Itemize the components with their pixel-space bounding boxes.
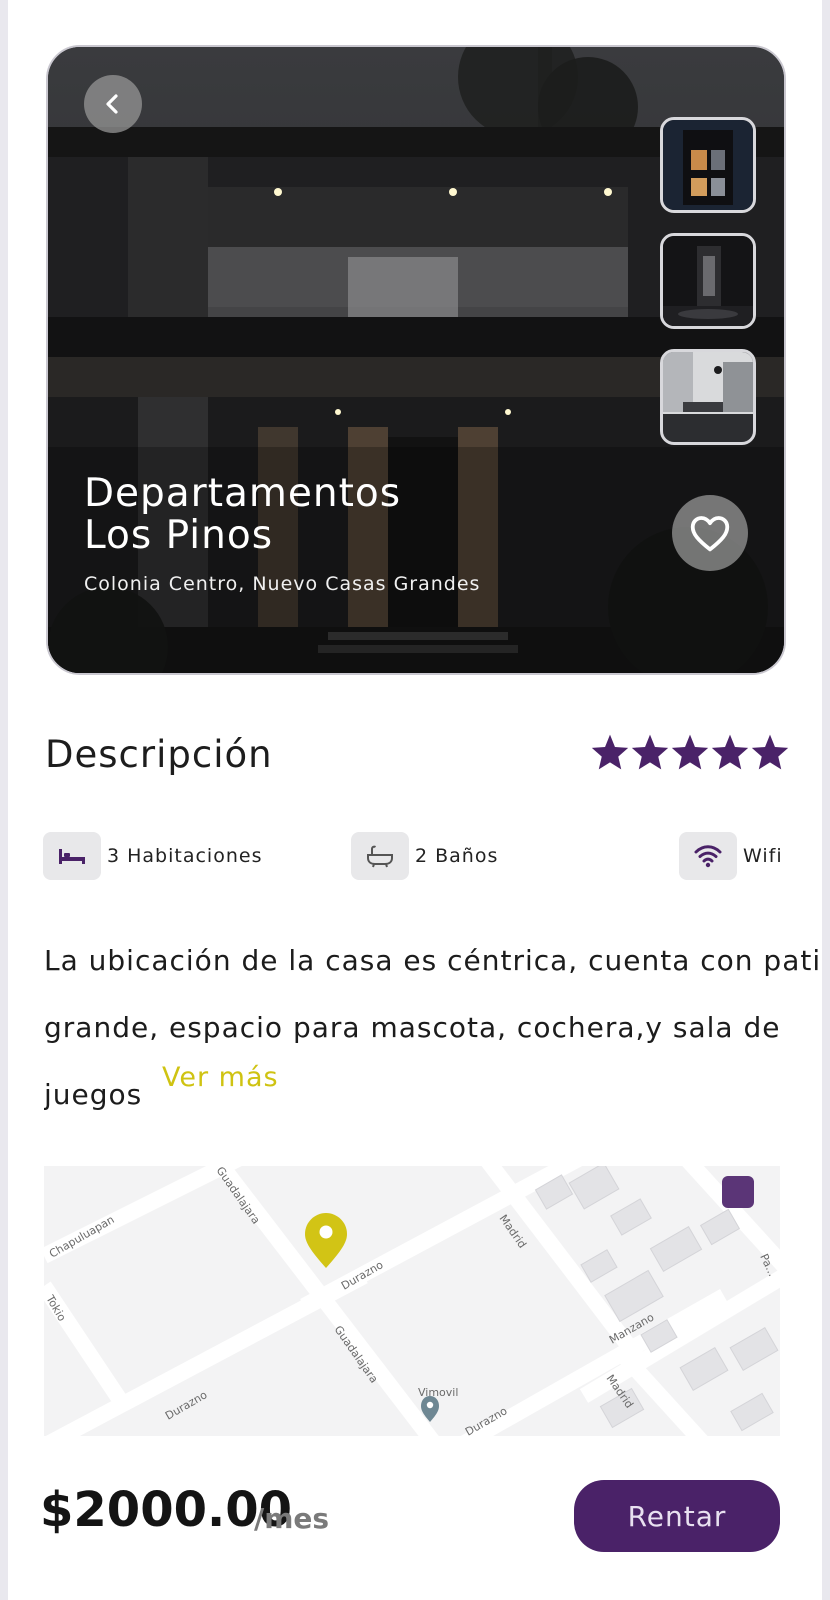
thumbnail-exterior[interactable] bbox=[660, 117, 756, 213]
description-line: La ubicación de la casa es céntrica, cue… bbox=[44, 944, 822, 977]
see-more-link[interactable]: Ver más bbox=[162, 1062, 279, 1093]
thumbnail-living-room[interactable] bbox=[660, 349, 756, 445]
property-location: Colonia Centro, Nuevo Casas Grandes bbox=[84, 573, 481, 595]
description-body: La ubicación de la casa es céntrica, cue… bbox=[44, 944, 822, 1114]
heart-icon bbox=[690, 516, 730, 552]
map-marker-square bbox=[722, 1176, 754, 1208]
rent-button[interactable]: Rentar bbox=[574, 1480, 780, 1552]
description-line: juegos bbox=[44, 1078, 143, 1111]
bed-icon-box bbox=[43, 832, 101, 880]
thumbnail-interior[interactable] bbox=[660, 233, 756, 329]
amenity-label: 2 Baños bbox=[415, 845, 499, 867]
amenity-label: Wifi bbox=[743, 845, 783, 867]
amenity-wifi: Wifi bbox=[679, 832, 783, 880]
hero-image-card: Departamentos Los Pinos Colonia Centro, … bbox=[46, 45, 786, 675]
star-icon bbox=[711, 734, 749, 770]
back-button[interactable] bbox=[84, 75, 142, 133]
wifi-icon-box bbox=[679, 832, 737, 880]
description-line: grande, espacio para mascota, cochera,y … bbox=[44, 1011, 781, 1044]
chevron-left-icon bbox=[106, 94, 118, 114]
thumbnail-image bbox=[663, 352, 753, 442]
map-canvas: Chapuluapan Guadalajara Durazno Madrid T… bbox=[44, 1166, 780, 1436]
bathtub-icon bbox=[367, 845, 393, 868]
amenity-bathrooms: 2 Baños bbox=[351, 832, 498, 880]
star-icon bbox=[751, 734, 789, 770]
property-title: Departamentos Los Pinos bbox=[84, 471, 402, 558]
rating-stars bbox=[590, 733, 790, 771]
star-icon bbox=[591, 734, 629, 770]
place-label: Vimovil bbox=[418, 1386, 458, 1399]
amenity-bedrooms: 3 Habitaciones bbox=[43, 832, 262, 880]
description-heading: Descripción bbox=[45, 733, 273, 776]
bed-icon bbox=[59, 849, 85, 864]
star-icon bbox=[671, 734, 709, 770]
thumbnail-image bbox=[663, 236, 753, 326]
wifi-icon bbox=[694, 845, 722, 868]
screen: Departamentos Los Pinos Colonia Centro, … bbox=[8, 0, 822, 1600]
star-icon bbox=[631, 734, 669, 770]
amenity-label: 3 Habitaciones bbox=[107, 845, 263, 867]
location-map[interactable]: Chapuluapan Guadalajara Durazno Madrid T… bbox=[44, 1166, 780, 1436]
price-period: /mes bbox=[254, 1502, 330, 1535]
bathtub-icon-box bbox=[351, 832, 409, 880]
thumbnail-image bbox=[663, 120, 753, 210]
favorite-button[interactable] bbox=[672, 495, 748, 571]
